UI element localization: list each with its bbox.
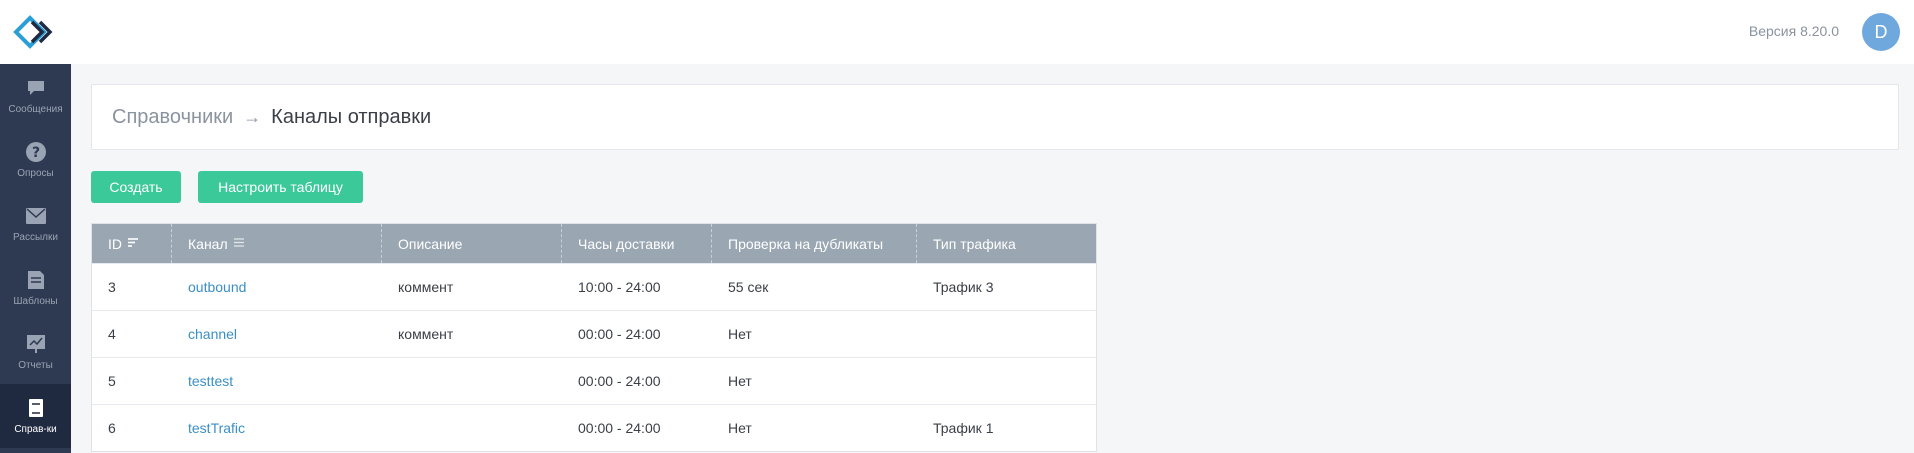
channel-link[interactable]: channel: [172, 311, 382, 357]
channels-table: ID Канал Описание Часы доставки Проверка…: [91, 223, 1097, 452]
page-title: Каналы отправки: [271, 105, 432, 128]
chat-bubble-icon: [25, 77, 47, 99]
cell-delivery-hours: 00:00 - 24:00: [578, 326, 661, 342]
column-header-traffic-type[interactable]: Тип трафика: [917, 224, 1096, 263]
cell-description: коммент: [398, 279, 454, 295]
sidebar-item-messages[interactable]: Сообщения: [0, 64, 71, 128]
cell-id: 5: [108, 373, 116, 389]
app-logo[interactable]: [0, 0, 71, 64]
cell-delivery-hours: 00:00 - 24:00: [578, 373, 661, 389]
cell-description: [382, 405, 562, 451]
sidebar-item-templates[interactable]: Шаблоны: [0, 256, 71, 320]
envelope-icon: [25, 205, 47, 227]
user-avatar[interactable]: D: [1862, 13, 1900, 51]
cell-description: коммент: [398, 326, 454, 342]
channel-link[interactable]: outbound: [172, 264, 382, 310]
sort-icon[interactable]: [233, 237, 244, 250]
column-header-description[interactable]: Описание: [382, 224, 562, 263]
sidebar-item-label: Шаблоны: [13, 296, 58, 307]
cell-id: 4: [108, 326, 116, 342]
sort-desc-icon[interactable]: [128, 237, 138, 250]
sidebar-item-surveys[interactable]: ? Опросы: [0, 128, 71, 192]
sidebar-item-label: Справ-ки: [14, 424, 57, 435]
sidebar-item-label: Отчеты: [18, 360, 53, 371]
cell-delivery-hours: 10:00 - 24:00: [578, 279, 661, 295]
create-button[interactable]: Создать: [91, 171, 181, 203]
cell-id: 3: [108, 279, 116, 295]
cell-duplicate-check: 55 сек: [728, 279, 769, 295]
column-header-id[interactable]: ID: [92, 224, 172, 263]
sidebar-item-label: Опросы: [17, 168, 54, 179]
cell-description: [382, 358, 562, 404]
table-header: ID Канал Описание Часы доставки Проверка…: [92, 224, 1096, 263]
sidebar-item-reports[interactable]: Отчеты: [0, 320, 71, 384]
svg-text:?: ?: [31, 145, 39, 161]
cell-duplicate-check: Нет: [728, 420, 752, 436]
column-header-label: Канал: [188, 235, 228, 252]
configure-table-button[interactable]: Настроить таблицу: [198, 171, 363, 203]
column-header-duplicate-check[interactable]: Проверка на дубликаты: [712, 224, 917, 263]
table-row: 5 testtest 00:00 - 24:00 Нет: [92, 357, 1096, 404]
sidebar-item-mailings[interactable]: Рассылки: [0, 192, 71, 256]
logo-icon: [12, 15, 52, 49]
question-circle-icon: ?: [25, 141, 47, 163]
cell-duplicate-check: Нет: [728, 373, 752, 389]
sidebar-item-label: Рассылки: [13, 232, 58, 243]
cell-traffic-type: [917, 311, 1096, 357]
sidebar-item-references[interactable]: Справ-ки: [0, 384, 71, 448]
table-row: 6 testTrafic 00:00 - 24:00 Нет Трафик 1: [92, 404, 1096, 451]
channel-link[interactable]: testTrafic: [172, 405, 382, 451]
breadcrumb-parent-link[interactable]: Справочники: [112, 106, 233, 129]
sidebar: Сообщения ? Опросы Рассылки Шаблоны Отче…: [0, 0, 71, 453]
column-header-label: ID: [108, 235, 122, 252]
document-icon: [25, 269, 47, 291]
version-label: Версия 8.20.0: [1748, 23, 1839, 39]
chart-board-icon: [25, 333, 47, 355]
cell-traffic-type: Трафик 3: [933, 279, 994, 295]
channel-link[interactable]: testtest: [172, 358, 382, 404]
sidebar-item-label: Сообщения: [8, 104, 63, 115]
column-header-delivery-hours[interactable]: Часы доставки: [562, 224, 712, 263]
cell-duplicate-check: Нет: [728, 326, 752, 342]
table-row: 4 channel коммент 00:00 - 24:00 Нет: [92, 310, 1096, 357]
arrow-right-icon: →: [243, 106, 262, 127]
breadcrumb: Справочники → Каналы отправки: [91, 84, 1899, 150]
book-icon: [25, 397, 47, 419]
column-header-channel[interactable]: Канал: [172, 224, 382, 263]
top-header: Версия 8.20.0 D: [71, 0, 1914, 64]
table-row: 3 outbound коммент 10:00 - 24:00 55 сек …: [92, 263, 1096, 310]
cell-traffic-type: [917, 358, 1096, 404]
cell-traffic-type: Трафик 1: [933, 420, 994, 436]
cell-id: 6: [108, 420, 116, 436]
cell-delivery-hours: 00:00 - 24:00: [578, 420, 661, 436]
